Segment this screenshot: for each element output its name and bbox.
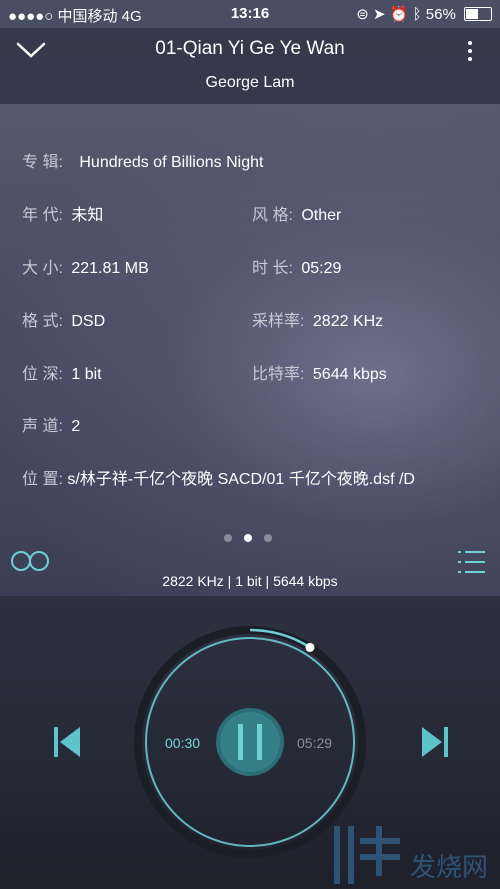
path-label: 位 置: bbox=[22, 471, 63, 488]
bitdepth-label: 位 深: bbox=[22, 366, 63, 383]
battery-icon bbox=[464, 7, 492, 21]
track-artist: George Lam bbox=[205, 74, 295, 91]
channels-label: 声 道: bbox=[22, 418, 63, 435]
samplerate-value: 2822 KHz bbox=[312, 313, 384, 330]
battery-fill bbox=[466, 9, 479, 19]
next-track-button[interactable] bbox=[420, 726, 450, 758]
year-label: 年 代: bbox=[22, 207, 63, 224]
track-info-panel bbox=[0, 104, 500, 596]
playlist-icon[interactable] bbox=[456, 548, 486, 576]
year-row: 年 代: 未知 bbox=[22, 201, 103, 225]
previous-track-button[interactable] bbox=[52, 726, 82, 758]
svg-text:发烧网: 发烧网 bbox=[410, 852, 488, 882]
channels-value: 2 bbox=[71, 418, 81, 435]
track-title: 01-Qian Yi Ge Ye Wan bbox=[155, 38, 345, 59]
length-label: 时 长: bbox=[252, 260, 293, 277]
bitrate-value: 5644 kbps bbox=[312, 366, 387, 383]
genre-label: 风 格: bbox=[252, 207, 293, 224]
size-value: 221.81 MB bbox=[71, 260, 149, 277]
pause-button[interactable] bbox=[216, 708, 284, 776]
battery-percent: 56% bbox=[425, 6, 456, 23]
album-value: Hundreds of Billions Night bbox=[79, 154, 264, 171]
page-dot[interactable] bbox=[244, 534, 252, 542]
total-duration: 05:29 bbox=[297, 735, 333, 751]
bluetooth-icon: ᛒ bbox=[412, 6, 422, 23]
bitdepth-row: 位 深: 1 bit bbox=[22, 360, 102, 384]
format-row: 格 式: DSD bbox=[22, 307, 105, 331]
genre-row: 风 格: Other bbox=[252, 201, 341, 225]
repeat-mode-icon[interactable] bbox=[8, 546, 52, 576]
bitdepth-value: 1 bit bbox=[71, 366, 102, 383]
samplerate-row: 采样率: 2822 KHz bbox=[252, 307, 383, 331]
genre-value: Other bbox=[301, 207, 342, 224]
format-label: 格 式: bbox=[22, 313, 63, 330]
chevron-down-icon[interactable] bbox=[14, 34, 48, 64]
channels-row: 声 道: 2 bbox=[22, 412, 80, 436]
status-bar: ●●●●○ 中国移动 4G 13:16 ⊜ ➤ ⏰ ᛒ 56% bbox=[0, 0, 500, 28]
watermark-logo: 发烧网 bbox=[334, 826, 488, 884]
length-row: 时 长: 05:29 bbox=[252, 254, 341, 278]
size-row: 大 小: 221.81 MB bbox=[22, 254, 149, 278]
alarm-icon: ⏰ bbox=[389, 6, 409, 23]
path-row: 位 置: s/林子祥-千亿个夜晚 SACD/01 千亿个夜晚.dsf /D bbox=[22, 465, 497, 489]
format-value: DSD bbox=[71, 313, 106, 330]
audio-format-summary: 2822 KHz | 1 bit | 5644 kbps bbox=[162, 573, 338, 589]
path-value: s/林子祥-千亿个夜晚 SACD/01 千亿个夜晚.dsf /D bbox=[67, 471, 415, 488]
location-icon: ➤ bbox=[373, 6, 386, 23]
current-time: 00:30 bbox=[165, 735, 201, 751]
status-right: ⊜ ➤ ⏰ ᛒ 56% bbox=[356, 5, 492, 23]
page-indicator[interactable] bbox=[224, 529, 284, 547]
album-row: 专 辑: Hundreds of Billions Night bbox=[22, 148, 263, 172]
page-dot[interactable] bbox=[224, 534, 232, 542]
page-dot[interactable] bbox=[264, 534, 272, 542]
size-label: 大 小: bbox=[22, 260, 63, 277]
sync-icon: ⊜ bbox=[356, 6, 369, 23]
samplerate-label: 采样率: bbox=[252, 313, 305, 330]
bitrate-label: 比特率: bbox=[252, 366, 305, 383]
bitrate-row: 比特率: 5644 kbps bbox=[252, 360, 387, 384]
length-value: 05:29 bbox=[301, 260, 342, 277]
album-label: 专 辑: bbox=[22, 154, 63, 171]
seek-handle bbox=[305, 642, 315, 652]
year-value: 未知 bbox=[71, 207, 104, 224]
more-options-icon[interactable] bbox=[460, 36, 480, 66]
